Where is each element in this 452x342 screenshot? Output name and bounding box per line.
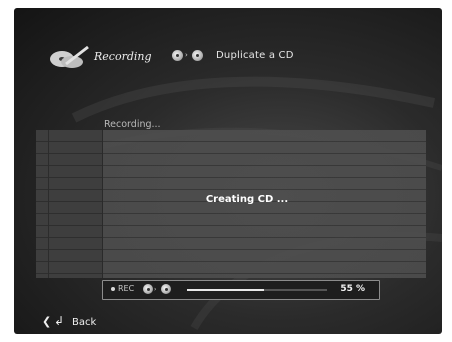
panel-divider bbox=[48, 130, 49, 278]
status-message: Creating CD ... bbox=[205, 194, 289, 205]
progress-fill bbox=[187, 289, 264, 291]
cd-record-icon bbox=[48, 44, 92, 70]
disc-to-disc-icon: › bbox=[143, 284, 177, 296]
header: Recording › Duplicate a CD bbox=[48, 42, 428, 70]
section-title: Recording bbox=[94, 50, 152, 63]
progress-percent: 55 % bbox=[340, 284, 365, 294]
progress-track bbox=[187, 289, 327, 291]
rec-indicator-icon bbox=[111, 287, 115, 291]
progress-bar-container: REC › 55 % bbox=[102, 280, 380, 300]
action-title: Duplicate a CD bbox=[216, 50, 294, 61]
rec-label: REC bbox=[118, 284, 135, 293]
disc-to-disc-icon: › bbox=[172, 50, 206, 62]
status-panel: Creating CD ... bbox=[36, 130, 426, 278]
back-label: Back bbox=[72, 317, 97, 328]
panel-label: Recording... bbox=[104, 119, 161, 130]
chevron-left-icon: ❮ bbox=[42, 315, 52, 328]
return-icon: ↲ bbox=[54, 314, 65, 328]
recording-screen: Recording › Duplicate a CD Recording... … bbox=[14, 8, 442, 334]
